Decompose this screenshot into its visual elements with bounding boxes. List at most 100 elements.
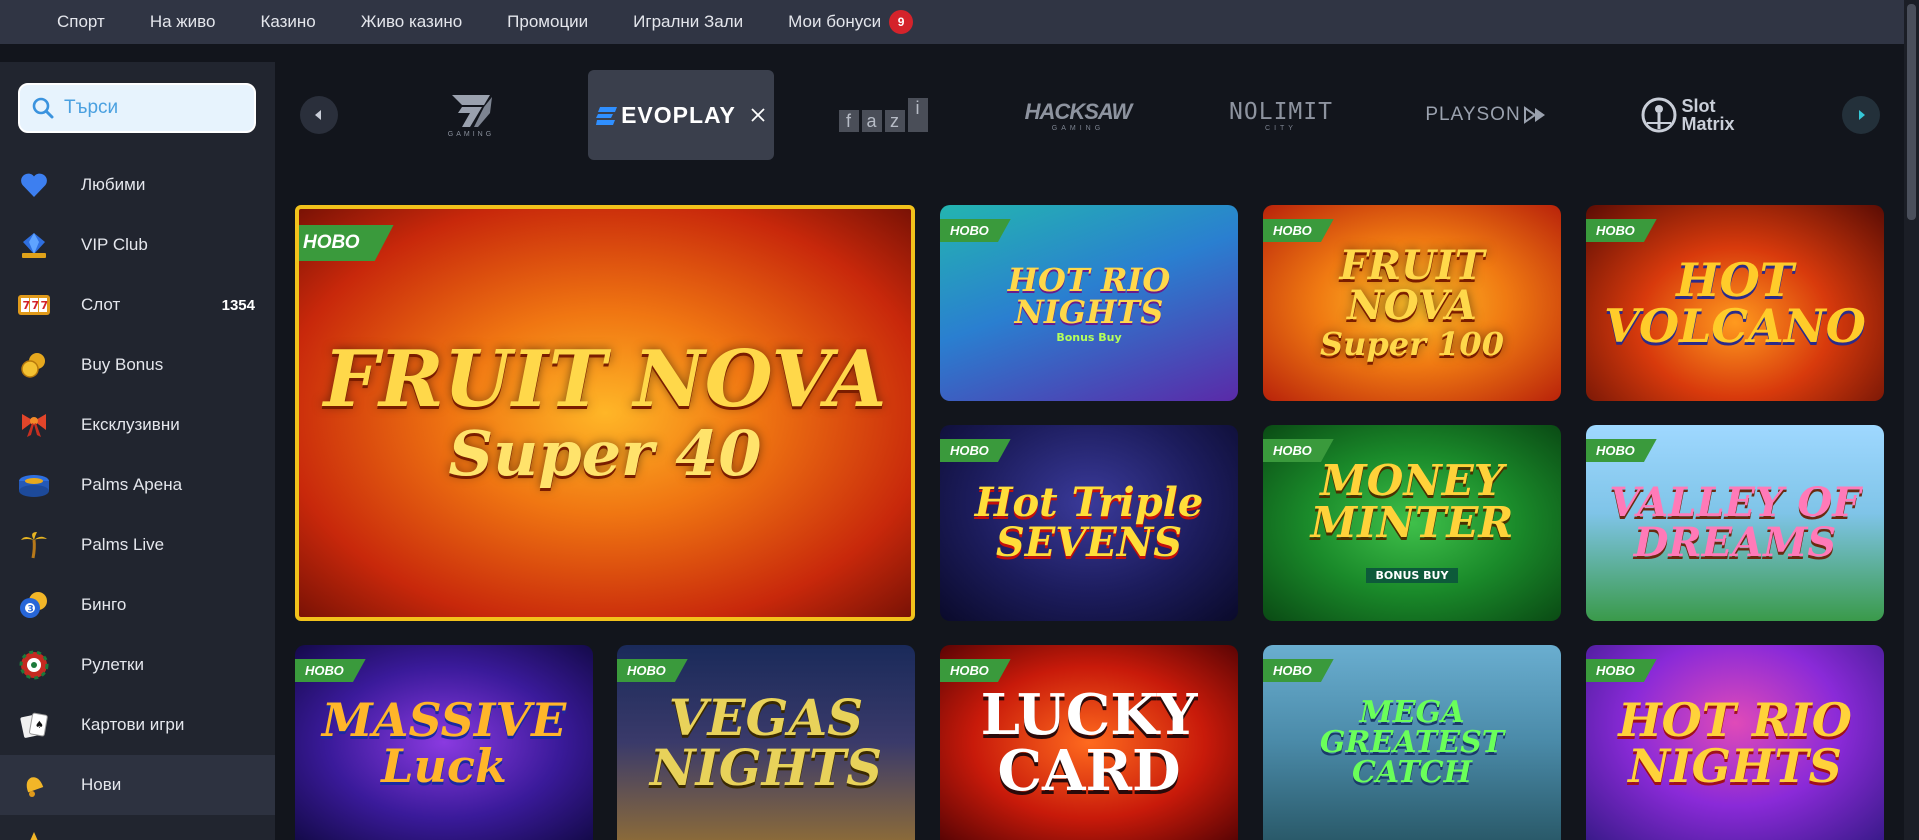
arena-icon xyxy=(17,468,51,502)
sidebar-item-exclusive[interactable]: Ексклузивни xyxy=(0,395,275,455)
sidebar-item-new[interactable]: Нови xyxy=(0,755,275,815)
sidebar-item-bingo[interactable]: 3 Бинго xyxy=(0,575,275,635)
sidebar-item-label: VIP Club xyxy=(81,235,148,254)
game-title: Hot Triple SEVENS xyxy=(940,483,1238,563)
provider-hacksaw[interactable]: HACKSAW GAMING xyxy=(1013,70,1143,160)
provider-fazi[interactable]: f a z i xyxy=(818,70,948,160)
provider-7777-logo: GAMING xyxy=(448,93,494,138)
scrollbar-thumb[interactable] xyxy=(1907,4,1916,220)
new-tag: НОВО xyxy=(940,219,1011,242)
new-tag: НОВО xyxy=(617,659,688,682)
sidebar-item-label: Palms Арена xyxy=(81,475,183,494)
nav-live[interactable]: На живо xyxy=(150,12,216,32)
provider-playson[interactable]: PLAYSON xyxy=(1420,70,1554,160)
game-tile-valley-of-dreams[interactable]: НОВО VALLEY OF DREAMS xyxy=(1586,425,1884,621)
sidebar-item-vip-club[interactable]: VIP Club xyxy=(0,215,275,275)
game-tile-money-minter[interactable]: НОВО MONEY MINTER BONUS BUY xyxy=(1263,425,1561,621)
heart-icon xyxy=(17,168,51,202)
sidebar-item-label: Buy Bonus xyxy=(81,355,164,374)
game-title-main: Hot Triple SEVENS xyxy=(974,479,1204,566)
sidebar: Любими VIP Club 777 Слот 1354 Buy Bonus … xyxy=(0,62,275,840)
sidebar-item-palms-arena[interactable]: Palms Арена xyxy=(0,455,275,515)
provider-7777-gaming[interactable]: GAMING xyxy=(416,70,526,160)
game-title-main: HOT RIO NIGHTS xyxy=(1007,260,1171,331)
nav-promotions[interactable]: Промоции xyxy=(507,12,588,32)
sidebar-item-slots[interactable]: 777 Слот 1354 xyxy=(0,275,275,335)
svg-text:♠: ♠ xyxy=(35,720,44,731)
new-tag: НОВО xyxy=(299,225,394,261)
top-navigation: Спорт На живо Казино Живо казино Промоци… xyxy=(0,0,1904,44)
bow-icon xyxy=(17,408,51,442)
chevron-left-icon xyxy=(315,110,321,120)
sidebar-item-buy-bonus[interactable]: Buy Bonus xyxy=(0,335,275,395)
game-tile-hot-volcano[interactable]: НОВО HOT VOLCANO xyxy=(1586,205,1884,401)
game-title: VALLEY OF DREAMS xyxy=(1586,483,1884,563)
nav-my-bonuses-label: Мои бонуси xyxy=(788,12,882,31)
search-icon xyxy=(32,97,54,119)
game-title-main: MEGA GREATEST CATCH xyxy=(1319,694,1505,790)
new-tag: НОВО xyxy=(1263,219,1334,242)
sidebar-item-card-games[interactable]: ♠ Картови игри xyxy=(0,695,275,755)
sidebar-item-favorites[interactable]: Любими xyxy=(0,155,275,215)
provider-slotmatrix-logo: Slot Matrix xyxy=(1641,97,1735,133)
game-tile-hot-triple-sevens[interactable]: НОВО Hot Triple SEVENS xyxy=(940,425,1238,621)
game-subtitle: Bonus Buy xyxy=(1056,330,1122,344)
slot-777-icon: 777 xyxy=(17,288,51,322)
sidebar-item-palms-live[interactable]: Palms Live xyxy=(0,515,275,575)
sidebar-item-more[interactable] xyxy=(0,815,275,840)
page-scrollbar[interactable] xyxy=(1904,0,1919,840)
game-title-main: VALLEY OF DREAMS xyxy=(1609,479,1861,566)
provider-next-button[interactable] xyxy=(1842,96,1880,134)
sidebar-item-label: Бинго xyxy=(81,595,127,614)
close-icon[interactable] xyxy=(750,107,766,123)
nav-live-casino[interactable]: Живо казино xyxy=(361,12,462,32)
provider-prev-button[interactable] xyxy=(300,96,338,134)
new-tag: НОВО xyxy=(1586,219,1657,242)
game-tile-lucky-card[interactable]: НОВО LUCKY CARD xyxy=(940,645,1238,840)
game-title: VEGAS NIGHTS xyxy=(617,692,915,793)
provider-hacksaw-logo: HACKSAW GAMING xyxy=(1024,98,1133,132)
new-tag: НОВО xyxy=(1586,659,1657,682)
new-tag: НОВО xyxy=(940,659,1011,682)
category-menu: Любими VIP Club 777 Слот 1354 Buy Bonus … xyxy=(0,155,275,840)
provider-slot-matrix[interactable]: Slot Matrix xyxy=(1628,70,1748,160)
game-tile-hot-rio-nights[interactable]: НОВО HOT RIO NIGHTS xyxy=(1586,645,1884,840)
provider-evoplay[interactable]: EVOPLAY xyxy=(588,70,774,160)
game-tile-fruit-nova-super-40[interactable]: НОВО FRUIT NOVA Super 40 xyxy=(295,205,915,621)
sidebar-item-label: Ексклузивни xyxy=(81,415,180,434)
nav-my-bonuses[interactable]: Мои бонуси 9 xyxy=(788,10,914,34)
sidebar-item-roulette[interactable]: Рулетки xyxy=(0,635,275,695)
nav-casino[interactable]: Казино xyxy=(260,12,315,32)
game-tile-vegas-nights[interactable]: НОВО VEGAS NIGHTS xyxy=(617,645,915,840)
game-tile-massive-luck[interactable]: НОВО MASSIVE Luck xyxy=(295,645,593,840)
game-title-main: FRUIT NOVA xyxy=(1339,242,1485,329)
jackpot-diamond-icon xyxy=(17,228,51,262)
game-title: FRUIT NOVA Super 100 xyxy=(1263,246,1561,361)
game-title: MASSIVE Luck xyxy=(295,697,593,789)
provider-nolimit-logo: NOLIMIT CITY xyxy=(1229,98,1333,132)
cards-icon: ♠ xyxy=(17,708,51,742)
nav-sport[interactable]: Спорт xyxy=(57,12,105,32)
svg-text:7: 7 xyxy=(32,299,40,312)
game-title-main: MASSIVE Luck xyxy=(321,692,567,793)
new-tag: НОВО xyxy=(1586,439,1657,462)
provider-nolimit-city[interactable]: NOLIMIT CITY xyxy=(1216,70,1346,160)
svg-text:7: 7 xyxy=(23,299,31,312)
game-title: HOT VOLCANO xyxy=(1586,257,1884,349)
game-title: LUCKY CARD xyxy=(940,687,1238,799)
game-title-main: MONEY MINTER xyxy=(1310,456,1514,547)
game-title: MEGA GREATEST CATCH xyxy=(1263,694,1561,790)
search-input[interactable] xyxy=(64,97,244,119)
game-tile-hot-rio-nights-bonus-buy[interactable]: НОВО HOT RIO NIGHTS Bonus Buy xyxy=(940,205,1238,401)
roulette-icon xyxy=(17,648,51,682)
search-box[interactable] xyxy=(18,83,256,133)
sidebar-item-label: Любими xyxy=(81,175,146,194)
sidebar-item-label: Картови игри xyxy=(81,715,185,734)
nav-gaming-halls[interactable]: Игрални Зали xyxy=(633,12,743,32)
game-tile-mega-greatest-catch[interactable]: НОВО MEGA GREATEST CATCH xyxy=(1263,645,1561,840)
game-tile-fruit-nova-super-100[interactable]: НОВО FRUIT NOVA Super 100 xyxy=(1263,205,1561,401)
provider-carousel: GAMING EVOPLAY f a z i HACKSAW GAMING NO… xyxy=(298,70,1888,160)
bingo-ball-icon: 3 xyxy=(17,588,51,622)
sidebar-item-label: Слот xyxy=(81,295,121,314)
new-tag: НОВО xyxy=(1263,659,1334,682)
